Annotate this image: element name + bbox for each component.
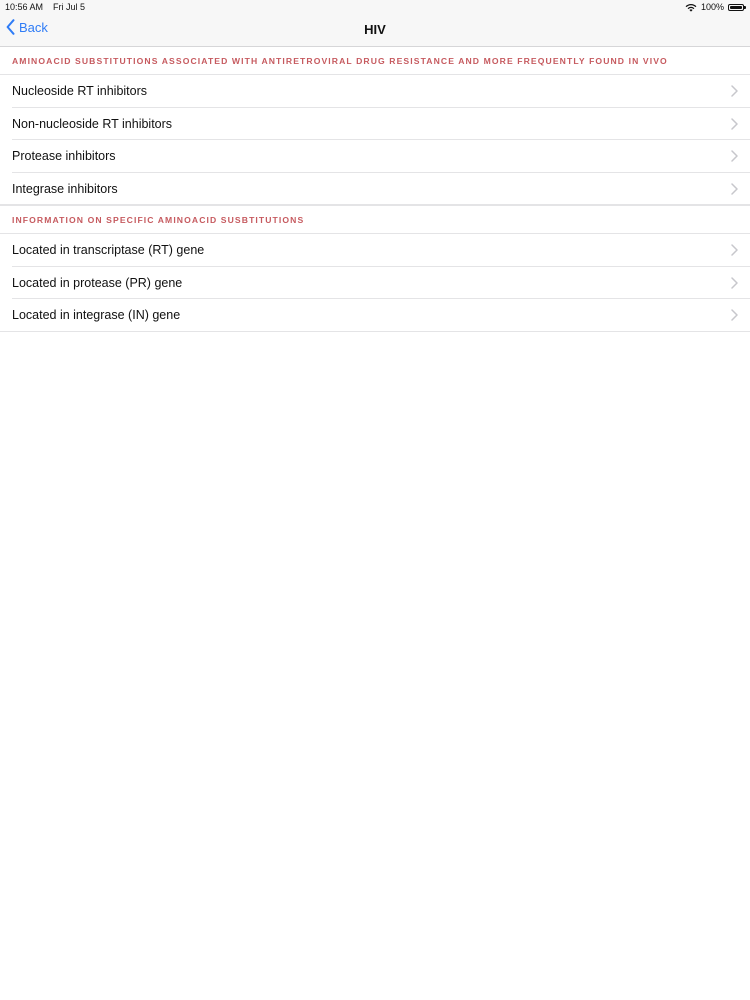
list-item-nucleoside-rt-inhibitors[interactable]: Nucleoside RT inhibitors	[0, 75, 750, 108]
list-item-label: Nucleoside RT inhibitors	[12, 84, 148, 99]
list-item-label: Located in transcriptase (RT) gene	[12, 243, 205, 258]
list-item-non-nucleoside-rt-inhibitors[interactable]: Non-nucleoside RT inhibitors	[0, 107, 750, 140]
status-time: 10:56 AM	[5, 2, 44, 12]
chevron-right-icon	[731, 277, 738, 289]
list-item-pr-gene[interactable]: Located in protease (PR) gene	[0, 266, 750, 299]
list-item-in-gene[interactable]: Located in integrase (IN) gene	[0, 299, 750, 332]
navigation-bar: Back HIV	[0, 14, 750, 46]
list-item-integrase-inhibitors[interactable]: Integrase inhibitors	[0, 172, 750, 205]
battery-percentage: 100%	[700, 2, 724, 12]
chevron-right-icon	[731, 150, 738, 162]
top-bar: 10:56 AM Fri Jul 5 100% Back HIV	[0, 0, 750, 47]
chevron-right-icon	[731, 244, 738, 256]
list-item-label: Located in protease (PR) gene	[12, 275, 183, 290]
list-item-label: Located in integrase (IN) gene	[12, 308, 181, 323]
battery-icon	[728, 3, 746, 11]
status-bar: 10:56 AM Fri Jul 5 100%	[0, 0, 750, 14]
status-date: Fri Jul 5	[53, 2, 86, 12]
page-title: HIV	[364, 22, 386, 37]
status-indicators: 100%	[685, 2, 746, 12]
list-item-label: Protease inhibitors	[12, 149, 116, 164]
list-item-label: Non-nucleoside RT inhibitors	[12, 116, 173, 131]
table-view: AMINOACID SUBSTITUTIONS ASSOCIATED WITH …	[0, 47, 750, 332]
list-item-rt-gene[interactable]: Located in transcriptase (RT) gene	[0, 234, 750, 267]
wifi-icon	[685, 3, 697, 12]
chevron-right-icon	[731, 118, 738, 130]
list-item-label: Integrase inhibitors	[12, 181, 118, 196]
list-item-protease-inhibitors[interactable]: Protease inhibitors	[0, 140, 750, 173]
section-header-resistance: AMINOACID SUBSTITUTIONS ASSOCIATED WITH …	[0, 47, 750, 75]
chevron-right-icon	[731, 309, 738, 321]
section-header-specific-substitutions: INFORMATION ON SPECIFIC AMINOACID SUSBTI…	[0, 205, 750, 234]
chevron-right-icon	[731, 183, 738, 195]
chevron-right-icon	[731, 85, 738, 97]
